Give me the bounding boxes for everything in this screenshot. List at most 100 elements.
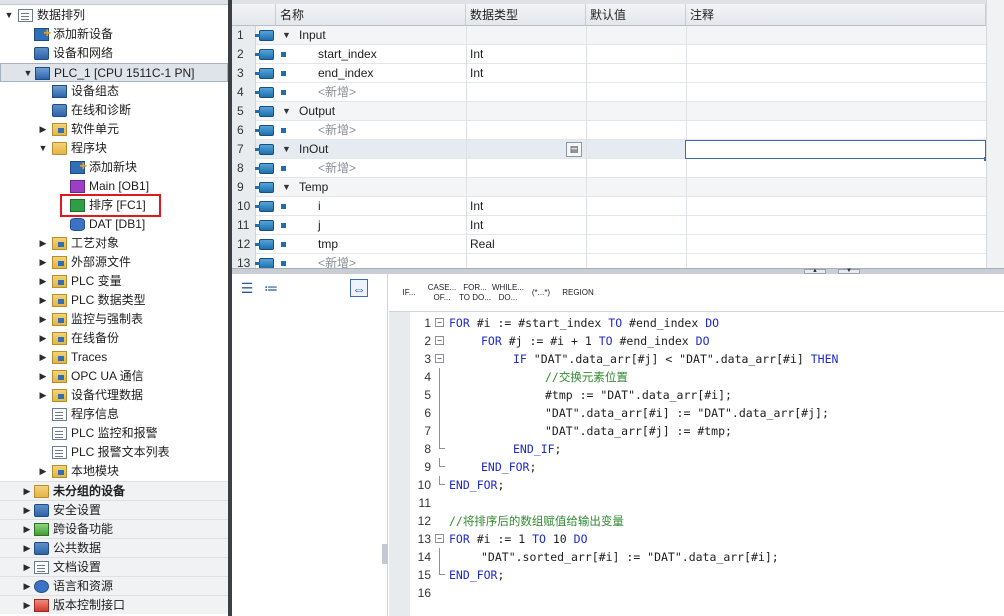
collapse-arrow-icon[interactable]: ▶: [38, 291, 48, 310]
expand-arrow-icon[interactable]: ▼: [282, 102, 291, 121]
param-type[interactable]: Int: [470, 216, 483, 235]
expand-arrow-icon[interactable]: ▼: [282, 178, 291, 197]
param-type[interactable]: Int: [470, 45, 483, 64]
table-row[interactable]: 12 tmp Real: [232, 235, 1004, 254]
collapse-arrow-icon[interactable]: ▶: [22, 539, 32, 558]
tree-item[interactable]: ▶ 设备代理数据: [0, 386, 228, 405]
tree-item[interactable]: ▶ 未分组的设备: [0, 481, 228, 500]
code-line[interactable]: 12 //将排序后的数组赋值给输出变量: [389, 512, 1004, 530]
tree-item[interactable]: 程序信息: [0, 405, 228, 424]
code-line[interactable]: 7 "DAT".data_arr[#j] := #tmp;: [389, 422, 1004, 440]
code-line[interactable]: 15 END_FOR;: [389, 566, 1004, 584]
table-row[interactable]: 2 start_index Int: [232, 45, 1004, 64]
tree-item[interactable]: ▼ PLC_1 [CPU 1511C-1 PN]: [0, 63, 228, 82]
collapse-arrow-icon[interactable]: ▶: [38, 329, 48, 348]
for-to-do-button[interactable]: FOR... TO DO...: [459, 278, 491, 308]
if-button[interactable]: IF...: [393, 278, 425, 308]
expand-arrow-icon[interactable]: ▼: [23, 64, 33, 83]
collapse-arrow-icon[interactable]: ▶: [38, 234, 48, 253]
comment-button[interactable]: (*...*): [525, 278, 557, 308]
code-line[interactable]: 4 //交换元素位置: [389, 368, 1004, 386]
table-row[interactable]: 6 <新增>: [232, 121, 1004, 140]
tree-item[interactable]: ▶ 版本控制接口: [0, 595, 228, 614]
param-type[interactable]: Real: [470, 235, 495, 254]
add-new-row[interactable]: <新增>: [318, 121, 356, 140]
outdent-icon[interactable]: ≔: [262, 279, 280, 297]
side-scrollbar[interactable]: [382, 544, 388, 564]
code-line[interactable]: 2− FOR #j := #i + 1 TO #end_index DO: [389, 332, 1004, 350]
header-name[interactable]: 名称: [276, 4, 466, 26]
table-row[interactable]: 13 <新增>: [232, 254, 1004, 268]
expand-arrow-icon[interactable]: ▼: [4, 6, 14, 25]
code-line[interactable]: 3− IF "DAT".data_arr[#j] < "DAT".data_arr…: [389, 350, 1004, 368]
collapse-arrow-icon[interactable]: ▶: [38, 367, 48, 386]
tree-item[interactable]: ▶ 文档设置: [0, 557, 228, 576]
tree-item[interactable]: ▶ PLC 变量: [0, 272, 228, 291]
case-of-button[interactable]: CASE... OF...: [426, 278, 458, 308]
tree-item[interactable]: 设备组态: [0, 82, 228, 101]
tree-item[interactable]: ▶ 监控与强制表: [0, 310, 228, 329]
while-do-button[interactable]: WHILE... DO...: [492, 278, 524, 308]
tree-item[interactable]: ▶ 软件单元: [0, 120, 228, 139]
param-type[interactable]: Int: [470, 197, 483, 216]
code-line[interactable]: 8 END_IF;: [389, 440, 1004, 458]
code-line[interactable]: 14 "DAT".sorted_arr[#i] := "DAT".data_arr…: [389, 548, 1004, 566]
code-line[interactable]: 16: [389, 584, 1004, 602]
fold-toggle-icon[interactable]: −: [435, 534, 444, 543]
split-view-icon[interactable]: ⇔: [350, 279, 368, 297]
code-line[interactable]: 5 #tmp := "DAT".data_arr[#i];: [389, 386, 1004, 404]
interface-scrollbar[interactable]: [986, 0, 1004, 268]
table-row[interactable]: 10 i Int: [232, 197, 1004, 216]
code-area[interactable]: IF... CASE... OF... FOR... TO DO... WHILE..…: [389, 274, 1004, 616]
collapse-arrow-icon[interactable]: ▶: [22, 596, 32, 615]
add-new-row[interactable]: <新增>: [318, 254, 356, 268]
indent-icon[interactable]: ☰: [238, 279, 256, 297]
edit-type-button[interactable]: ▤: [566, 142, 582, 157]
region-button[interactable]: REGION: [558, 278, 598, 308]
tree-item[interactable]: ▶ Traces: [0, 348, 228, 367]
table-row[interactable]: 3 end_index Int: [232, 64, 1004, 83]
code-line[interactable]: 6 "DAT".data_arr[#i] := "DAT".data_arr[#j…: [389, 404, 1004, 422]
table-row[interactable]: 5 ▼ Output: [232, 102, 1004, 121]
tree-item[interactable]: ▶ 跨设备功能: [0, 519, 228, 538]
collapse-arrow-icon[interactable]: ▶: [38, 272, 48, 291]
table-row[interactable]: 11 j Int: [232, 216, 1004, 235]
param-type[interactable]: Int: [470, 64, 483, 83]
table-row[interactable]: 1 ▼ Input: [232, 26, 1004, 45]
add-new-row[interactable]: <新增>: [318, 83, 356, 102]
tree-item[interactable]: ▶ 公共数据: [0, 538, 228, 557]
tree-item[interactable]: ▶ PLC 数据类型: [0, 291, 228, 310]
tree-item[interactable]: PLC 报警文本列表: [0, 443, 228, 462]
tree-item[interactable]: ▶ 工艺对象: [0, 234, 228, 253]
header-default[interactable]: 默认值: [586, 4, 686, 26]
fold-toggle-icon[interactable]: −: [435, 318, 444, 327]
tree-item[interactable]: ▼ 数据排列: [0, 6, 228, 25]
tree-item[interactable]: ▼ 程序块: [0, 139, 228, 158]
collapse-arrow-icon[interactable]: ▶: [22, 482, 32, 501]
table-row[interactable]: 4 <新增>: [232, 83, 1004, 102]
tree-item[interactable]: 添加新设备: [0, 24, 228, 44]
code-line[interactable]: 13− FOR #i := 1 TO 10 DO: [389, 530, 1004, 548]
collapse-arrow-icon[interactable]: ▶: [38, 120, 48, 139]
collapse-arrow-icon[interactable]: ▶: [38, 386, 48, 405]
tree-item[interactable]: DAT [DB1]: [0, 215, 228, 234]
add-new-row[interactable]: <新增>: [318, 159, 356, 178]
tree-item[interactable]: ▶ 在线备份: [0, 329, 228, 348]
collapse-arrow-icon[interactable]: ▶: [22, 501, 32, 520]
tree-item[interactable]: ▶ 外部源文件: [0, 253, 228, 272]
table-row[interactable]: 9 ▼ Temp: [232, 178, 1004, 197]
code-line[interactable]: 11: [389, 494, 1004, 512]
fold-toggle-icon[interactable]: −: [435, 354, 444, 363]
tree-item[interactable]: 设备和网络: [0, 44, 228, 63]
tree-item[interactable]: 添加新块: [0, 157, 228, 177]
tree-item[interactable]: ▶ 安全设置: [0, 500, 228, 519]
collapse-arrow-icon[interactable]: ▶: [38, 348, 48, 367]
tree-item[interactable]: ▶ OPC UA 通信: [0, 367, 228, 386]
tree-item[interactable]: ▶ 本地模块: [0, 462, 228, 481]
expand-arrow-icon[interactable]: ▼: [282, 140, 291, 159]
tree-item[interactable]: ▶ 语言和资源: [0, 576, 228, 595]
expand-arrow-icon[interactable]: ▼: [38, 139, 48, 158]
collapse-arrow-icon[interactable]: ▶: [22, 520, 32, 539]
tree-item[interactable]: 在线和诊断: [0, 101, 228, 120]
fold-toggle-icon[interactable]: −: [435, 336, 444, 345]
